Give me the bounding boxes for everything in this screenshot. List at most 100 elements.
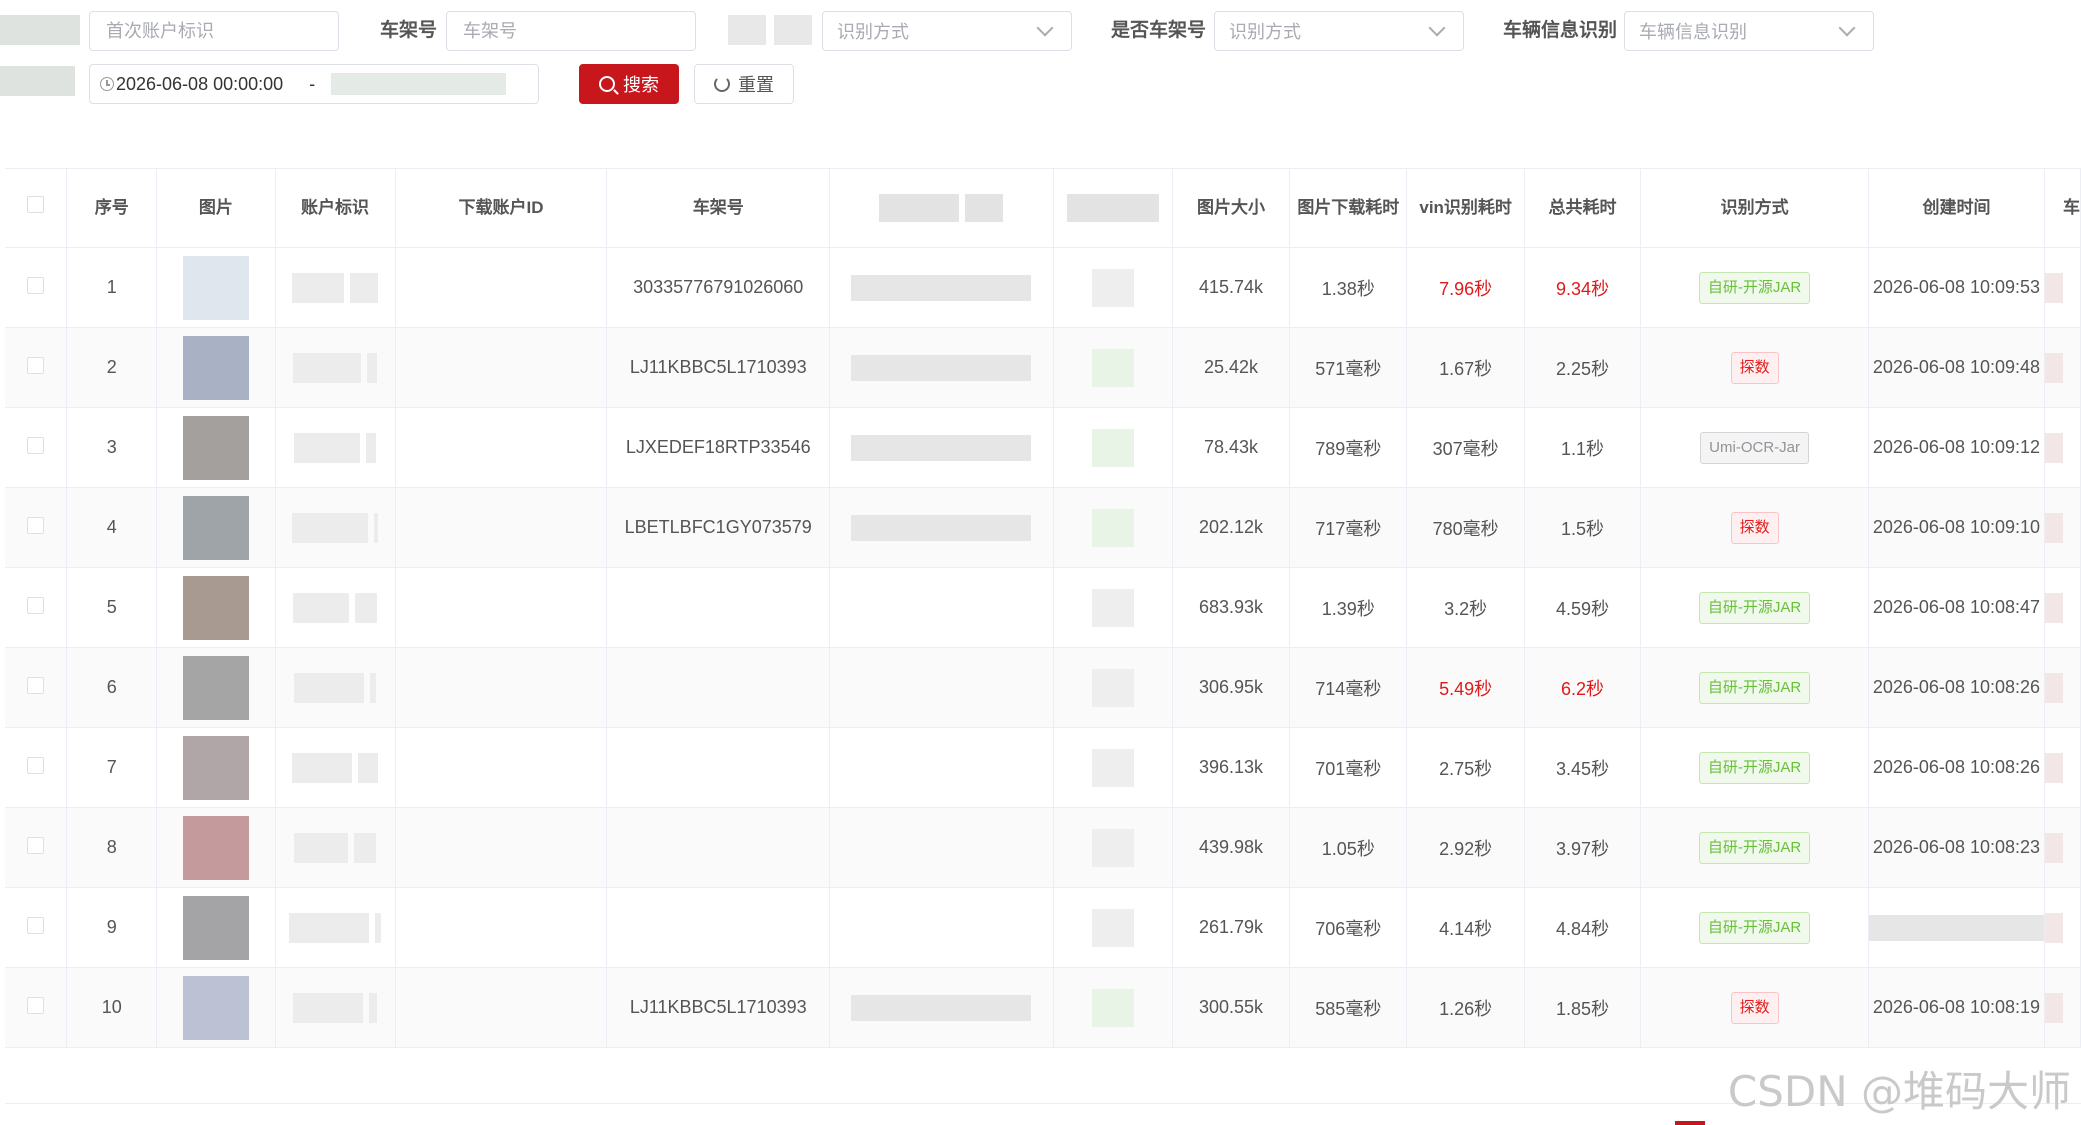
method-select[interactable]: 识别方式 bbox=[822, 11, 1072, 51]
row-method: 自研-开源JAR bbox=[1640, 807, 1869, 888]
row-image-cell[interactable] bbox=[156, 487, 276, 568]
redacted-value bbox=[1868, 914, 2044, 941]
row-vin: LJ11KBBC5L1710393 bbox=[606, 327, 830, 408]
table-row[interactable]: 7 396.13k 701毫秒 2.75秒 3.45秒 自研-开源JAR 2026-06-0… bbox=[5, 727, 2081, 808]
row-image-cell[interactable] bbox=[156, 887, 276, 968]
table-row[interactable]: 3 LJXEDEF18RTP33546 78.43k 789毫秒 307毫秒 1.1秒 Um… bbox=[5, 407, 2081, 488]
vehicle-thumbnail[interactable] bbox=[182, 735, 249, 800]
row-select-cell[interactable] bbox=[5, 487, 68, 568]
reset-button[interactable]: 重置 bbox=[694, 64, 794, 104]
search-button[interactable]: 搜索 bbox=[579, 64, 679, 104]
vehicle-info-select[interactable]: 车辆信息识别 bbox=[1624, 11, 1874, 51]
col-vin-time: vin识别耗时 bbox=[1406, 168, 1525, 248]
row-checkbox[interactable] bbox=[27, 356, 45, 374]
row-image-cell[interactable] bbox=[156, 967, 276, 1048]
row-select-cell[interactable] bbox=[5, 567, 68, 648]
account-id-input[interactable] bbox=[89, 11, 339, 51]
row-checkbox[interactable] bbox=[27, 996, 45, 1014]
table-row[interactable]: 10 LJ11KBBC5L1710393 300.55k 585毫秒 1.26秒 1.85… bbox=[5, 967, 2081, 1048]
row-select-cell[interactable] bbox=[5, 647, 68, 728]
row-size: 300.55k bbox=[1172, 967, 1291, 1048]
method-select-placeholder: 识别方式 bbox=[837, 22, 909, 42]
row-checkbox[interactable] bbox=[27, 516, 45, 534]
table-row[interactable]: 5 683.93k 1.39秒 3.2秒 4.59秒 自研-开源JAR 2026-06-08… bbox=[5, 567, 2081, 648]
row-image-cell[interactable] bbox=[156, 567, 276, 648]
vehicle-thumbnail[interactable] bbox=[182, 815, 249, 880]
vehicle-thumbnail[interactable] bbox=[182, 895, 249, 960]
row-select-cell[interactable] bbox=[5, 247, 68, 328]
row-vin-time: 2.92秒 bbox=[1406, 807, 1525, 888]
row-checkbox[interactable] bbox=[27, 836, 45, 854]
vehicle-thumbnail[interactable] bbox=[182, 335, 249, 400]
row-created: 2026-06-08 10:08:19 bbox=[1868, 967, 2046, 1048]
table-row[interactable]: 4 LBETLBFC1GY073579 202.12k 717毫秒 780毫秒 1.5秒 探… bbox=[5, 487, 2081, 568]
row-account bbox=[275, 567, 396, 648]
vehicle-thumbnail[interactable] bbox=[182, 495, 249, 560]
search-button-label: 搜索 bbox=[623, 75, 659, 95]
vin-input[interactable] bbox=[446, 11, 696, 51]
row-checkbox[interactable] bbox=[27, 756, 45, 774]
row-vin bbox=[606, 887, 830, 968]
account-id-field[interactable] bbox=[104, 19, 324, 43]
select-all-cell[interactable] bbox=[5, 168, 68, 248]
vehicle-thumbnail[interactable] bbox=[182, 975, 249, 1040]
vin-filter-label: 车架号 bbox=[380, 20, 438, 41]
results-table: 序号 图片 账户标识 下载账户ID 车架号 图片大小 图片下载耗时 vin识别耗… bbox=[5, 168, 2081, 1048]
row-index: 2 bbox=[66, 327, 158, 408]
col-extra: 车 bbox=[2044, 168, 2081, 248]
row-total-time: 3.97秒 bbox=[1524, 807, 1642, 888]
row-checkbox[interactable] bbox=[27, 276, 45, 294]
row-select-cell[interactable] bbox=[5, 967, 68, 1048]
row-vin bbox=[606, 727, 830, 808]
redacted-account bbox=[292, 512, 369, 543]
row-select-cell[interactable] bbox=[5, 727, 68, 808]
table-row[interactable]: 2 LJ11KBBC5L1710393 25.42k 571毫秒 1.67秒 2.25秒 探… bbox=[5, 327, 2081, 408]
redacted-value bbox=[1091, 508, 1134, 547]
method-tag: 探数 bbox=[1730, 511, 1779, 544]
row-image-cell[interactable] bbox=[156, 647, 276, 728]
table-row[interactable]: 1 30335776791026060 415.74k 1.38秒 7.96秒 9.34秒… bbox=[5, 247, 2081, 328]
select-all-checkbox[interactable] bbox=[27, 196, 45, 213]
row-total-time: 4.84秒 bbox=[1524, 887, 1642, 968]
row-redacted-1 bbox=[829, 327, 1054, 408]
row-image-cell[interactable] bbox=[156, 407, 276, 488]
is-vin-select[interactable]: 识别方式 bbox=[1214, 11, 1464, 51]
row-image-cell[interactable] bbox=[156, 327, 276, 408]
row-created bbox=[1868, 887, 2046, 968]
vehicle-thumbnail[interactable] bbox=[182, 575, 249, 640]
row-download-time: 717毫秒 bbox=[1289, 487, 1408, 568]
row-image-cell[interactable] bbox=[156, 807, 276, 888]
table-row[interactable]: 8 439.98k 1.05秒 2.92秒 3.97秒 自研-开源JAR 2026-06-0… bbox=[5, 807, 2081, 888]
row-select-cell[interactable] bbox=[5, 807, 68, 888]
table-row[interactable]: 6 306.95k 714毫秒 5.49秒 6.2秒 自研-开源JAR 2026-06-08… bbox=[5, 647, 2081, 728]
table-row[interactable]: 9 261.79k 706毫秒 4.14秒 4.84秒 自研-开源JAR bbox=[5, 887, 2081, 968]
redacted-value bbox=[851, 434, 1032, 461]
row-extra bbox=[2044, 647, 2081, 728]
vehicle-thumbnail[interactable] bbox=[182, 415, 249, 480]
redacted-account bbox=[292, 272, 345, 303]
row-total-time: 9.34秒 bbox=[1524, 247, 1642, 328]
vehicle-thumbnail[interactable] bbox=[182, 655, 249, 720]
redacted-value bbox=[1091, 268, 1134, 307]
method-tag: 探数 bbox=[1730, 991, 1779, 1024]
vin-field[interactable] bbox=[461, 19, 681, 43]
row-checkbox[interactable] bbox=[27, 916, 45, 934]
date-range-picker[interactable]: 2026-06-08 00:00:00 - bbox=[89, 64, 539, 104]
row-download-time: 701毫秒 bbox=[1289, 727, 1408, 808]
row-checkbox[interactable] bbox=[27, 596, 45, 614]
row-vin: 30335776791026060 bbox=[606, 247, 830, 328]
row-checkbox[interactable] bbox=[27, 676, 45, 694]
row-extra bbox=[2044, 807, 2081, 888]
chevron-down-icon bbox=[1838, 19, 1856, 37]
row-select-cell[interactable] bbox=[5, 407, 68, 488]
row-download-account bbox=[395, 487, 608, 568]
row-download-time: 789毫秒 bbox=[1289, 407, 1408, 488]
row-checkbox[interactable] bbox=[27, 436, 45, 454]
vehicle-thumbnail[interactable] bbox=[182, 255, 249, 320]
row-image-cell[interactable] bbox=[156, 727, 276, 808]
row-image-cell[interactable] bbox=[156, 247, 276, 328]
row-select-cell[interactable] bbox=[5, 887, 68, 968]
row-select-cell[interactable] bbox=[5, 327, 68, 408]
date-start-value: 2026-06-08 00:00:00 bbox=[116, 73, 284, 94]
col-total-time: 总共耗时 bbox=[1524, 168, 1642, 248]
